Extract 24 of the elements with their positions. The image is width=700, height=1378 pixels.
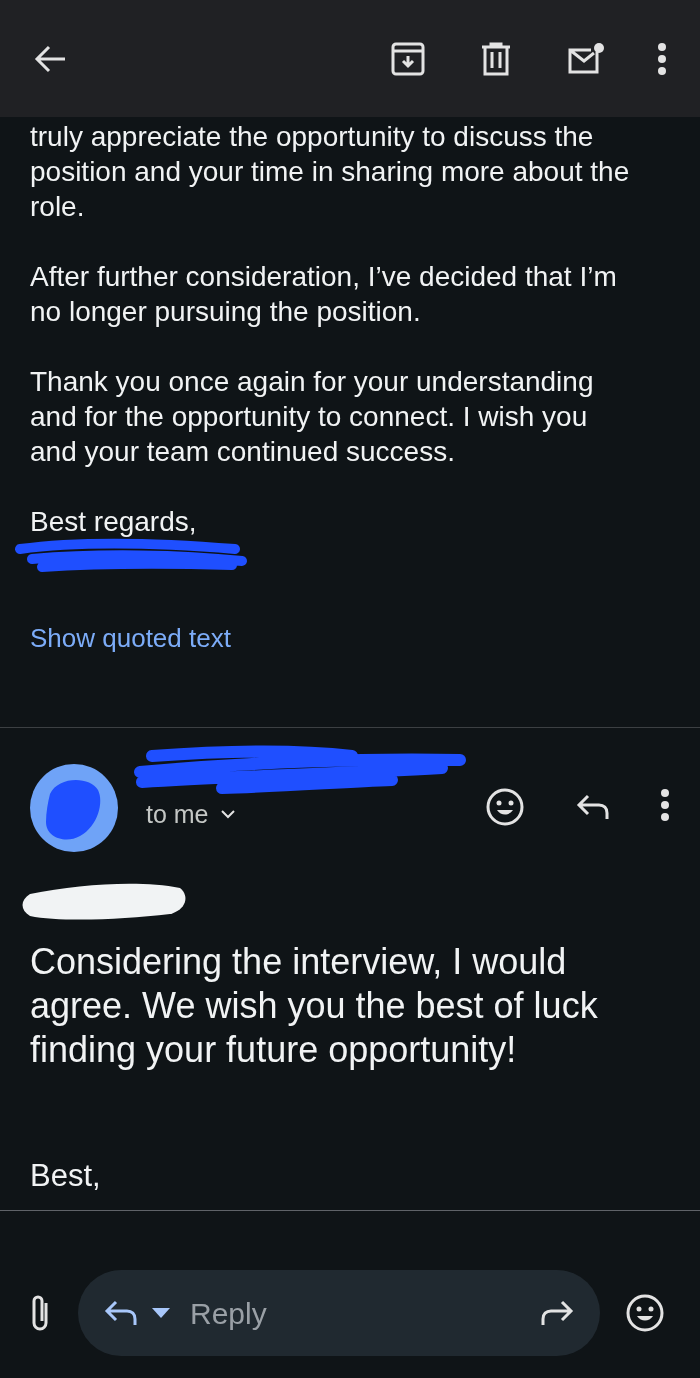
back-icon[interactable]: [33, 43, 67, 74]
more-icon[interactable]: [660, 788, 670, 822]
archive-icon[interactable]: [391, 41, 425, 76]
emoji-icon[interactable]: [626, 1294, 664, 1332]
email-paragraph: Thank you once again for your understanding and for the opportunity to connect. I wish you and your team continued success.: [30, 365, 595, 469]
emoji-icon[interactable]: [486, 788, 524, 826]
chevron-icon: [220, 809, 235, 819]
show-quoted-text-link[interactable]: Show quoted text: [30, 621, 231, 655]
recipient-dropdown[interactable]: to me: [146, 798, 235, 830]
email-paragraph: truly appreciate the opportunity to discuss the position and your time in sharing more about the role.: [30, 120, 630, 224]
mail-icon[interactable]: [567, 41, 605, 76]
reply-field[interactable]: Reply: [78, 1270, 600, 1356]
email-closing: Best,: [29, 1157, 102, 1195]
trash-icon[interactable]: [481, 41, 511, 76]
email-paragraph: Considering the interview, I would agree. We wish you the best of luck finding your future opportunity!: [29, 940, 599, 1072]
email-paragraph: After further consideration, I’ve decided that I’m no longer pursuing the position.: [30, 260, 618, 329]
reply-input[interactable]: Reply: [190, 1290, 540, 1336]
reply-icon[interactable]: [104, 1300, 138, 1326]
reply-icon[interactable]: [576, 794, 610, 820]
caret-icon[interactable]: [152, 1308, 170, 1318]
forward-icon[interactable]: [540, 1300, 574, 1326]
email-paragraph: Best regards,: [30, 505, 198, 539]
avatar-icon: [30, 764, 118, 852]
more-icon[interactable]: [657, 41, 667, 76]
